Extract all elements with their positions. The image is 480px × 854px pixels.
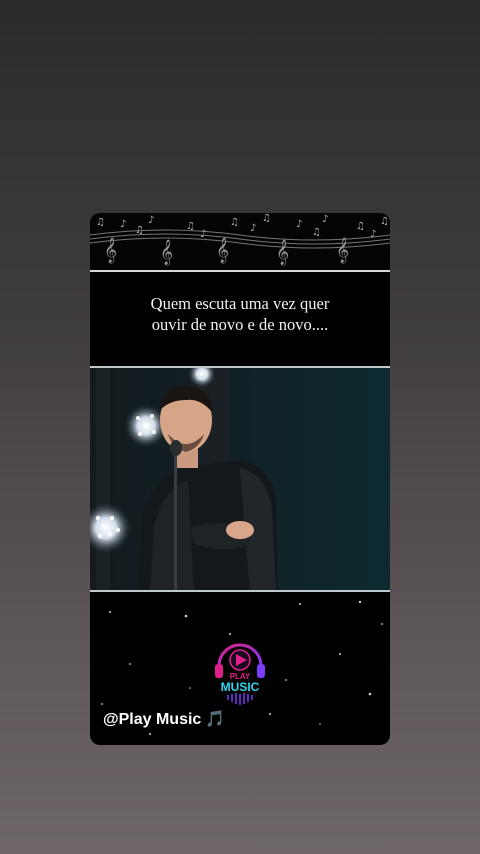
svg-text:♪: ♪ [250, 223, 256, 234]
svg-text:♪: ♪ [370, 229, 376, 240]
music-notes-banner: 𝄞 𝄞 𝄞 𝄞 𝄞 ♪ ♫ ♪ ♫ ♪ ♫ ♪ ♫ ♪ ♫ ♪ ♫ ♪ ♫ ♫ [90, 213, 390, 270]
svg-text:𝄞: 𝄞 [104, 237, 117, 263]
svg-text:♫: ♫ [186, 221, 195, 232]
video-frame[interactable] [90, 366, 390, 592]
quote-line-2: ouvir de novo e de novo.... [151, 315, 329, 334]
quote-line-1: Quem escuta uma vez quer [150, 294, 330, 313]
svg-text:♫: ♫ [262, 213, 271, 224]
logo-text-music: MUSIC [221, 680, 260, 694]
account-handle[interactable]: @Play Music 🎵 [103, 709, 225, 729]
svg-text:♪: ♪ [322, 214, 328, 225]
svg-text:𝄞: 𝄞 [216, 237, 229, 263]
svg-text:♪: ♪ [148, 215, 154, 226]
banner-divider [90, 270, 390, 272]
svg-text:♪: ♪ [296, 219, 302, 230]
svg-text:♫: ♫ [96, 217, 105, 228]
svg-text:𝄞: 𝄞 [160, 239, 173, 265]
story-card: 𝄞 𝄞 𝄞 𝄞 𝄞 ♪ ♫ ♪ ♫ ♪ ♫ ♪ ♫ ♪ ♫ ♪ ♫ ♪ ♫ ♫ Quem escut… [90, 213, 390, 745]
singer-video-still [90, 368, 390, 590]
quote-text: Quem escuta uma vez quer ouvir de novo e… [90, 293, 390, 335]
musical-note-icon: 🎵 [205, 711, 226, 728]
play-music-logo: PLAY MUSIC [215, 643, 265, 705]
svg-text:♪: ♪ [120, 219, 126, 230]
svg-text:♪: ♪ [200, 229, 206, 240]
svg-text:♫: ♫ [135, 225, 144, 236]
svg-text:♫: ♫ [230, 217, 239, 228]
svg-text:𝄞: 𝄞 [336, 237, 349, 263]
svg-text:♫: ♫ [356, 221, 365, 232]
svg-text:♫: ♫ [380, 216, 389, 227]
handle-text: @Play Music [103, 711, 202, 728]
svg-text:♫: ♫ [312, 227, 321, 238]
svg-text:𝄞: 𝄞 [276, 239, 289, 265]
treble-clef-icon: 𝄞 𝄞 𝄞 𝄞 𝄞 [104, 237, 349, 265]
